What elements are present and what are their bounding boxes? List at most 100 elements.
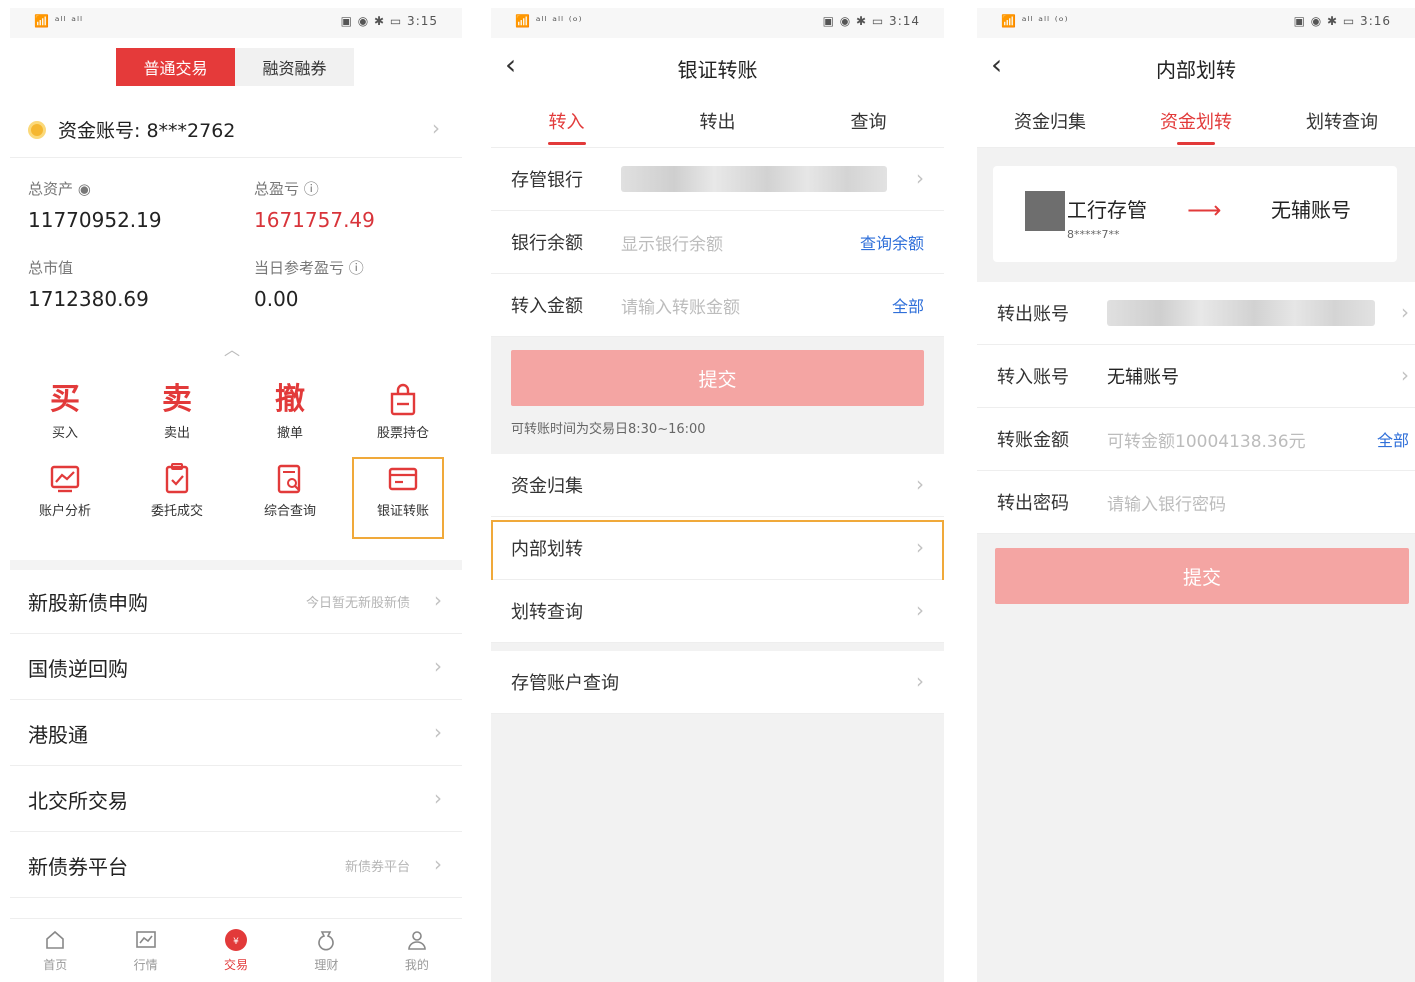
margin-trade-tab[interactable]: 融资融券	[235, 48, 354, 86]
tab-query[interactable]: 查询	[793, 96, 944, 147]
chevron-right-icon: ›	[434, 720, 442, 744]
chart-icon	[135, 931, 156, 948]
cancel-order-button[interactable]: 撤 撤单	[245, 382, 335, 441]
bank-logo	[1025, 191, 1065, 231]
tab-home[interactable]: 首页	[10, 919, 100, 982]
bond-platform-label: 新债券平台	[28, 855, 128, 879]
chevron-right-icon: ›	[432, 116, 440, 140]
out-account-row[interactable]: 转出账号 ›	[977, 282, 1415, 345]
moneybag-icon	[318, 931, 335, 951]
query-label: 综合查询	[263, 504, 316, 519]
transfer-amount-row: 转入金额 请输入转账金额 全部	[491, 274, 944, 337]
bank-transfer-screen: 📶 ᵃˡˡ ᵃˡˡ ⁽ᵒ⁾ ▣ ◉ ✱ ▭ 3:14 ‹ 银证转账 转入 转出 …	[491, 8, 944, 982]
account-label: 资金账号: 8***2762	[58, 120, 236, 142]
tab-market[interactable]: 行情	[100, 919, 190, 982]
reverse-repo-label: 国债逆回购	[28, 657, 128, 681]
holdings-label: 股票持仓	[376, 426, 429, 441]
status-bar: 📶 ᵃˡˡ ᵃˡˡ ⁽ᵒ⁾ ▣ ◉ ✱ ▭ 3:14	[491, 8, 944, 38]
query-button[interactable]: 综合查询	[245, 462, 335, 519]
cancel-glyph: 撤	[275, 382, 305, 417]
info-icon[interactable]: ⓘ	[304, 180, 319, 198]
account-analysis-button[interactable]: 账户分析	[20, 462, 110, 519]
nav-bar: ‹ 银证转账	[491, 38, 944, 96]
fund-collection-row[interactable]: 资金归集 ›	[491, 454, 944, 517]
tab-finance[interactable]: 理财	[281, 919, 371, 982]
transfer-query-label: 划转查询	[511, 602, 583, 623]
ipo-label: 新股新债申购	[28, 591, 148, 615]
trade-mode-segment: 普通交易 融资融券	[116, 48, 354, 86]
cancel-label: 撤单	[276, 426, 303, 441]
transfer-amount-input[interactable]: 请输入转账金额	[621, 293, 740, 318]
tab-home-label: 首页	[43, 958, 68, 972]
in-account-row[interactable]: 转入账号 无辅账号 ›	[977, 345, 1415, 408]
password-input[interactable]: 请输入银行密码	[1107, 490, 1226, 515]
tab-trade[interactable]: ¥ 交易	[191, 919, 281, 982]
out-password-row: 转出密码 请输入银行密码	[977, 471, 1415, 534]
status-right: ▣ ◉ ✱ ▭ 3:14	[822, 14, 920, 28]
transfer-query-row[interactable]: 划转查询 ›	[491, 580, 944, 643]
buy-glyph: 买	[50, 382, 80, 417]
total-assets-label: 总资产 ◉	[28, 180, 91, 198]
query-balance-link[interactable]: 查询余额	[860, 230, 924, 254]
tab-fund-transfer[interactable]: 资金划转	[1123, 96, 1269, 147]
status-right: ▣ ◉ ✱ ▭ 3:15	[340, 14, 438, 28]
submit-button[interactable]: 提交	[511, 350, 924, 406]
custody-account-query-row[interactable]: 存管账户查询 ›	[491, 651, 944, 714]
transfer-amount-input[interactable]: 可转金额10004138.36元	[1107, 427, 1306, 452]
tab-transfer-out[interactable]: 转出	[642, 96, 793, 147]
all-amount-link[interactable]: 全部	[1377, 427, 1409, 451]
ipo-hint: 今日暂无新股新债	[305, 596, 410, 611]
sell-label: 卖出	[163, 426, 190, 441]
from-account-name: 工行存管	[1067, 198, 1147, 222]
buy-button[interactable]: 买 买入	[20, 382, 110, 441]
reverse-repo-row[interactable]: 国债逆回购 ›	[10, 636, 462, 700]
bond-platform-hint: 新债券平台	[344, 860, 410, 875]
submit-button[interactable]: 提交	[995, 548, 1409, 604]
trade-icon: ¥	[225, 929, 248, 951]
buy-label: 买入	[51, 426, 78, 441]
tab-transfer-in[interactable]: 转入	[491, 96, 642, 147]
divider-band	[10, 560, 462, 570]
orders-label: 委托成交	[150, 504, 203, 519]
blurred-bank-name	[621, 166, 887, 192]
from-account-number: 8*****7**	[1067, 228, 1120, 241]
sell-button[interactable]: 卖 卖出	[132, 382, 222, 441]
orders-button[interactable]: 委托成交	[132, 462, 222, 519]
custody-bank-label: 存管银行	[511, 170, 583, 191]
ipo-subscription-row[interactable]: 新股新债申购 今日暂无新股新债 ›	[10, 570, 462, 634]
chart-icon	[50, 465, 80, 493]
custody-bank-row[interactable]: 存管银行 ›	[491, 148, 944, 211]
arrow-right-icon: ⟶	[1187, 196, 1222, 224]
bank-balance-label: 银行余额	[511, 233, 583, 254]
today-pnl-value: 0.00	[254, 287, 299, 311]
bottom-tab-bar: 首页 行情 ¥ 交易 理财 我的	[10, 918, 462, 982]
internal-transfer-highlight	[491, 520, 944, 587]
bond-platform-row[interactable]: 新债券平台 新债券平台 ›	[10, 834, 462, 898]
transfer-time-note: 可转账时间为交易日8:30~16:00	[511, 422, 706, 437]
bag-icon	[390, 383, 416, 416]
holdings-button[interactable]: 股票持仓	[358, 382, 448, 441]
tab-mine-label: 我的	[404, 958, 429, 972]
hk-connect-label: 港股通	[28, 723, 88, 747]
tab-fund-collection[interactable]: 资金归集	[977, 96, 1123, 147]
chevron-right-icon: ›	[916, 598, 924, 622]
collapse-caret-icon[interactable]: ︿	[224, 336, 240, 360]
hk-connect-row[interactable]: 港股通 ›	[10, 702, 462, 766]
bse-label: 北交所交易	[28, 789, 128, 813]
person-icon	[408, 931, 426, 950]
tab-mine[interactable]: 我的	[372, 919, 462, 982]
eye-icon[interactable]: ◉	[78, 180, 91, 198]
tab-transfer-query[interactable]: 划转查询	[1269, 96, 1415, 147]
status-left: 📶 ᵃˡˡ ᵃˡˡ ⁽ᵒ⁾	[1001, 14, 1069, 28]
chevron-right-icon: ›	[1401, 300, 1409, 324]
in-account-label: 转入账号	[997, 367, 1069, 388]
out-account-label: 转出账号	[997, 304, 1069, 325]
account-row[interactable]: 资金账号: 8***2762 ›	[10, 102, 462, 158]
in-account-value: 无辅账号	[1107, 367, 1179, 388]
all-amount-link[interactable]: 全部	[892, 293, 924, 317]
internal-transfer-screen: 📶 ᵃˡˡ ᵃˡˡ ⁽ᵒ⁾ ▣ ◉ ✱ ▭ 3:16 ‹ 内部划转 资金归集 资…	[977, 8, 1415, 982]
bse-trade-row[interactable]: 北交所交易 ›	[10, 768, 462, 832]
status-bar: 📶 ᵃˡˡ ᵃˡˡ ▣ ◉ ✱ ▭ 3:15	[10, 8, 462, 38]
normal-trade-tab[interactable]: 普通交易	[116, 48, 235, 86]
info-icon[interactable]: ⓘ	[349, 259, 364, 277]
